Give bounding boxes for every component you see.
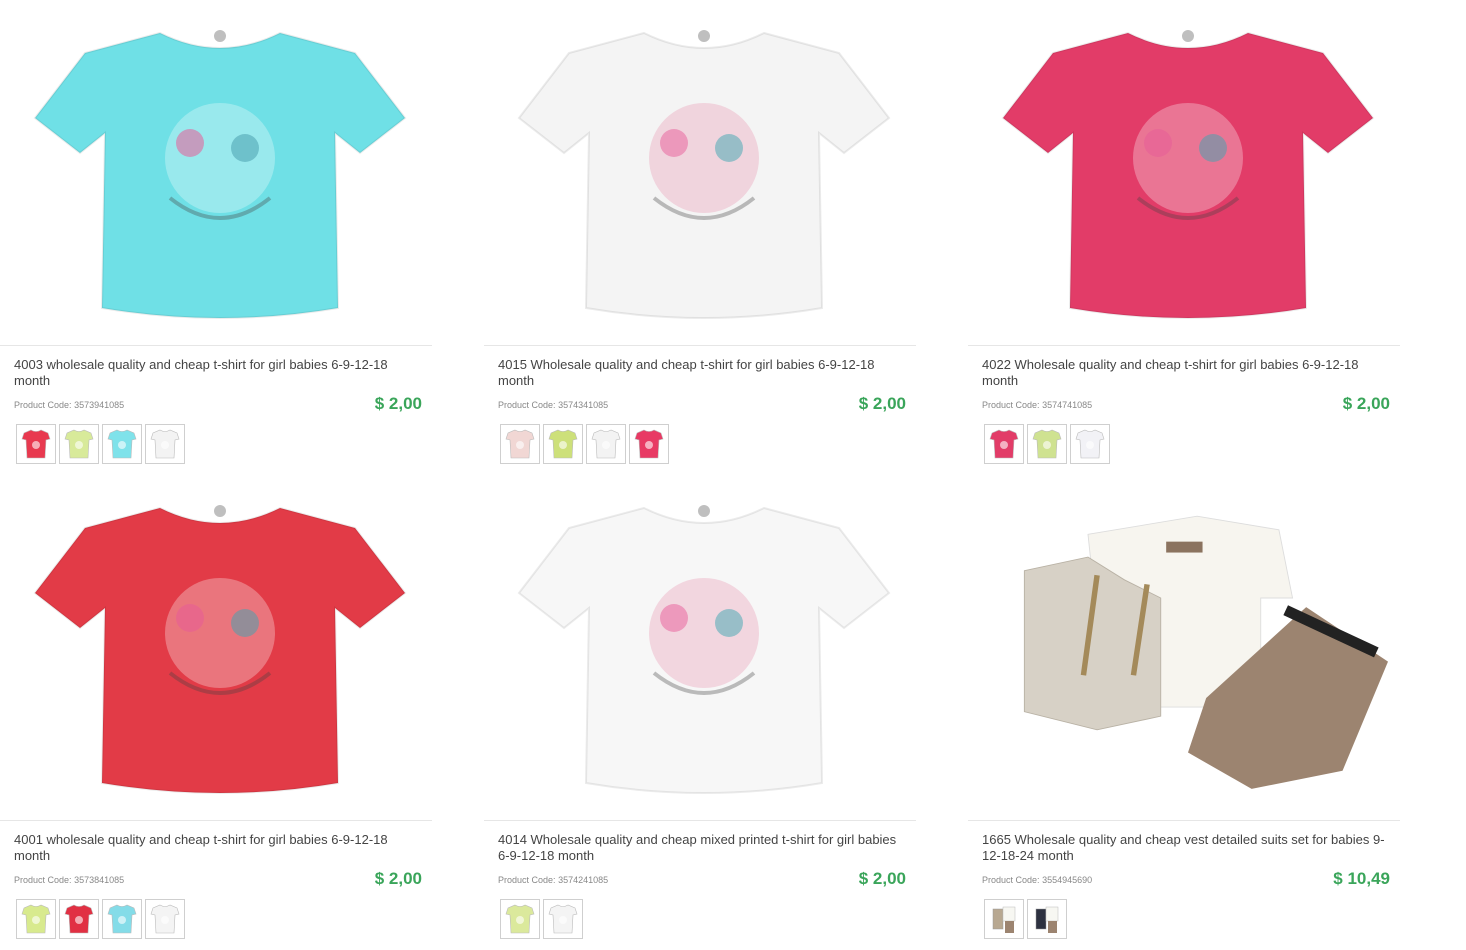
color-variants — [500, 899, 583, 939]
product-code: Product Code: 3574341085 — [498, 400, 608, 410]
product-image[interactable] — [20, 8, 420, 338]
product-code-label: Product Code: — [498, 400, 556, 410]
product-image-box[interactable] — [0, 0, 440, 345]
product-image-box[interactable] — [0, 475, 440, 820]
color-variant-thumbnail[interactable] — [984, 424, 1024, 464]
product-title-link[interactable]: 1665 Wholesale quality and cheap vest de… — [982, 832, 1387, 864]
card-divider — [968, 345, 1400, 346]
product-price: $ 2,00 — [374, 394, 422, 413]
color-variant-thumbnail[interactable] — [102, 424, 142, 464]
product-price: $ 2,00 — [858, 869, 906, 888]
color-variant-thumbnail[interactable] — [500, 424, 540, 464]
color-variant-thumbnail[interactable] — [543, 899, 583, 939]
product-image-box[interactable] — [484, 0, 924, 345]
product-image[interactable] — [988, 8, 1388, 338]
card-divider — [484, 345, 916, 346]
color-variant-thumbnail[interactable] — [500, 899, 540, 939]
product-image[interactable] — [504, 483, 904, 813]
color-variant-thumbnail[interactable] — [629, 424, 669, 464]
color-variant-thumbnail[interactable] — [586, 424, 626, 464]
product-title-link[interactable]: 4003 wholesale quality and cheap t-shirt… — [14, 357, 419, 389]
product-code-label: Product Code: — [982, 400, 1040, 410]
color-variant-thumbnail[interactable] — [984, 899, 1024, 939]
color-variant-thumbnail[interactable] — [16, 899, 56, 939]
color-variants — [984, 424, 1110, 464]
product-code-value: 3554945690 — [1042, 875, 1093, 885]
color-variant-thumbnail[interactable] — [543, 424, 583, 464]
product-code-value: 3574241085 — [558, 875, 609, 885]
product-image-box[interactable] — [968, 475, 1408, 820]
card-divider — [0, 820, 432, 821]
color-variant-thumbnail[interactable] — [59, 424, 99, 464]
product-code-label: Product Code: — [14, 875, 72, 885]
color-variant-thumbnail[interactable] — [145, 899, 185, 939]
card-divider — [0, 345, 432, 346]
product-code: Product Code: 3573941085 — [14, 400, 124, 410]
product-image[interactable] — [20, 483, 420, 813]
product-title-link[interactable]: 4022 Wholesale quality and cheap t-shirt… — [982, 357, 1387, 389]
color-variant-thumbnail[interactable] — [16, 424, 56, 464]
product-price: $ 2,00 — [374, 869, 422, 888]
product-title-link[interactable]: 4015 Wholesale quality and cheap t-shirt… — [498, 357, 903, 389]
color-variant-thumbnail[interactable] — [1027, 424, 1067, 464]
color-variants — [16, 899, 185, 939]
product-image[interactable] — [504, 8, 904, 338]
color-variant-thumbnail[interactable] — [1027, 899, 1067, 939]
product-code-value: 3573941085 — [74, 400, 125, 410]
product-code-value: 3574741085 — [1042, 400, 1093, 410]
color-variants — [500, 424, 669, 464]
product-code-label: Product Code: — [498, 875, 556, 885]
color-variants — [16, 424, 185, 464]
product-code-value: 3574341085 — [558, 400, 609, 410]
color-variant-thumbnail[interactable] — [145, 424, 185, 464]
product-code-value: 3573841085 — [74, 875, 125, 885]
product-code: Product Code: 3554945690 — [982, 875, 1092, 885]
card-divider — [484, 820, 916, 821]
product-code: Product Code: 3574241085 — [498, 875, 608, 885]
color-variants — [984, 899, 1067, 939]
product-code-label: Product Code: — [14, 400, 72, 410]
product-price: $ 2,00 — [1342, 394, 1390, 413]
card-divider — [968, 820, 1400, 821]
product-code: Product Code: 3574741085 — [982, 400, 1092, 410]
product-title-link[interactable]: 4014 Wholesale quality and cheap mixed p… — [498, 832, 903, 864]
product-image-box[interactable] — [484, 475, 924, 820]
product-image-box[interactable] — [968, 0, 1408, 345]
product-title-link[interactable]: 4001 wholesale quality and cheap t-shirt… — [14, 832, 419, 864]
color-variant-thumbnail[interactable] — [102, 899, 142, 939]
product-code-label: Product Code: — [982, 875, 1040, 885]
color-variant-thumbnail[interactable] — [59, 899, 99, 939]
product-code: Product Code: 3573841085 — [14, 875, 124, 885]
product-image[interactable] — [988, 483, 1388, 813]
product-price: $ 2,00 — [858, 394, 906, 413]
color-variant-thumbnail[interactable] — [1070, 424, 1110, 464]
product-price: $ 10,49 — [1333, 869, 1390, 888]
